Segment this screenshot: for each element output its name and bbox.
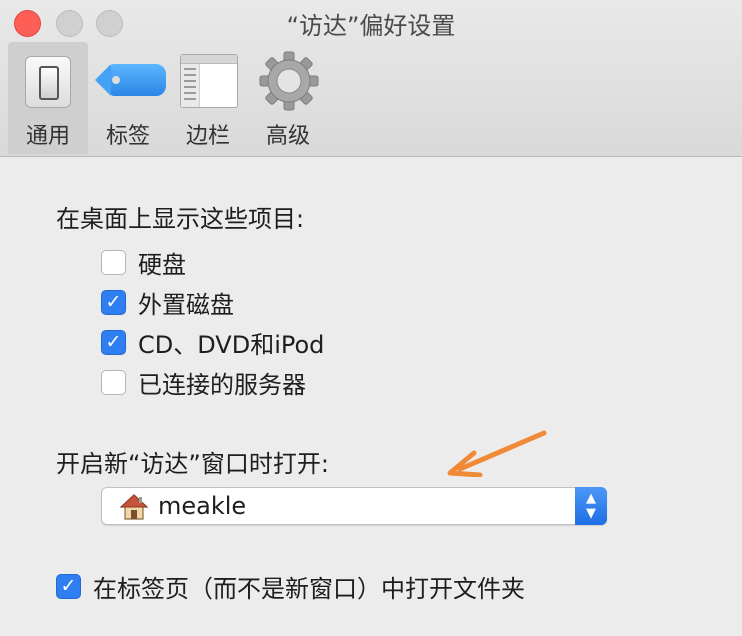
window-title: “访达”偏好设置 xyxy=(286,12,456,40)
tag-icon xyxy=(88,42,168,112)
chevron-down-icon: ▼ xyxy=(586,506,596,521)
checkbox-label: 外置磁盘 xyxy=(138,291,234,319)
general-switch-icon xyxy=(8,42,88,112)
hard-disks-checkbox[interactable] xyxy=(101,250,126,275)
desktop-items-heading: 在桌面上显示这些项目: xyxy=(56,205,305,233)
window-titlebar: “访达”偏好设置 通用 标签 边栏 高级 xyxy=(0,0,742,157)
annotation-arrow xyxy=(447,430,547,477)
gear-icon xyxy=(248,42,328,112)
toolbar-tab-tags[interactable]: 标签 xyxy=(88,42,168,154)
checkbox-row-cd-dvd-ipod[interactable]: ✓ CD、DVD和iPod xyxy=(101,325,324,360)
popup-selected-value: meakle xyxy=(158,492,247,520)
checkbox-row-external-disks[interactable]: ✓ 外置磁盘 xyxy=(101,285,234,320)
cd-dvd-ipod-checkbox[interactable]: ✓ xyxy=(101,330,126,355)
external-disks-checkbox[interactable]: ✓ xyxy=(101,290,126,315)
checkbox-label: 在标签页（而不是新窗口）中打开文件夹 xyxy=(93,575,525,603)
general-preferences-pane: 在桌面上显示这些项目: 硬盘 ✓ 外置磁盘 ✓ CD、DVD和iPod 已连接的… xyxy=(0,157,742,636)
toolbar-tab-label: 通用 xyxy=(25,124,70,149)
popup-stepper-arrows[interactable]: ▲ ▼ xyxy=(575,487,607,525)
checkbox-row-hard-disks[interactable]: 硬盘 xyxy=(101,245,186,280)
toolbar-tab-advanced[interactable]: 高级 xyxy=(248,42,328,154)
toolbar-tab-label: 高级 xyxy=(265,124,310,149)
home-icon xyxy=(120,494,148,520)
toolbar-tab-general[interactable]: 通用 xyxy=(8,42,88,154)
checkbox-row-connected-servers[interactable]: 已连接的服务器 xyxy=(101,365,306,400)
checkbox-label: 已连接的服务器 xyxy=(138,371,306,399)
sidebar-icon xyxy=(168,42,248,112)
toolbar-tab-label: 标签 xyxy=(105,124,150,149)
open-in-tabs-checkbox[interactable]: ✓ xyxy=(56,574,81,599)
toolbar-tab-label: 边栏 xyxy=(185,124,230,149)
toolbar-tab-sidebar[interactable]: 边栏 xyxy=(168,42,248,154)
new-window-location-popup[interactable]: meakle ▲ ▼ xyxy=(101,487,607,525)
chevron-up-icon: ▲ xyxy=(586,491,596,506)
connected-servers-checkbox[interactable] xyxy=(101,370,126,395)
checkbox-label: 硬盘 xyxy=(138,251,186,279)
new-window-heading: 开启新“访达”窗口时打开: xyxy=(56,450,329,478)
checkbox-label: CD、DVD和iPod xyxy=(138,331,325,359)
checkbox-row-open-in-tabs[interactable]: ✓ 在标签页（而不是新窗口）中打开文件夹 xyxy=(56,569,525,604)
